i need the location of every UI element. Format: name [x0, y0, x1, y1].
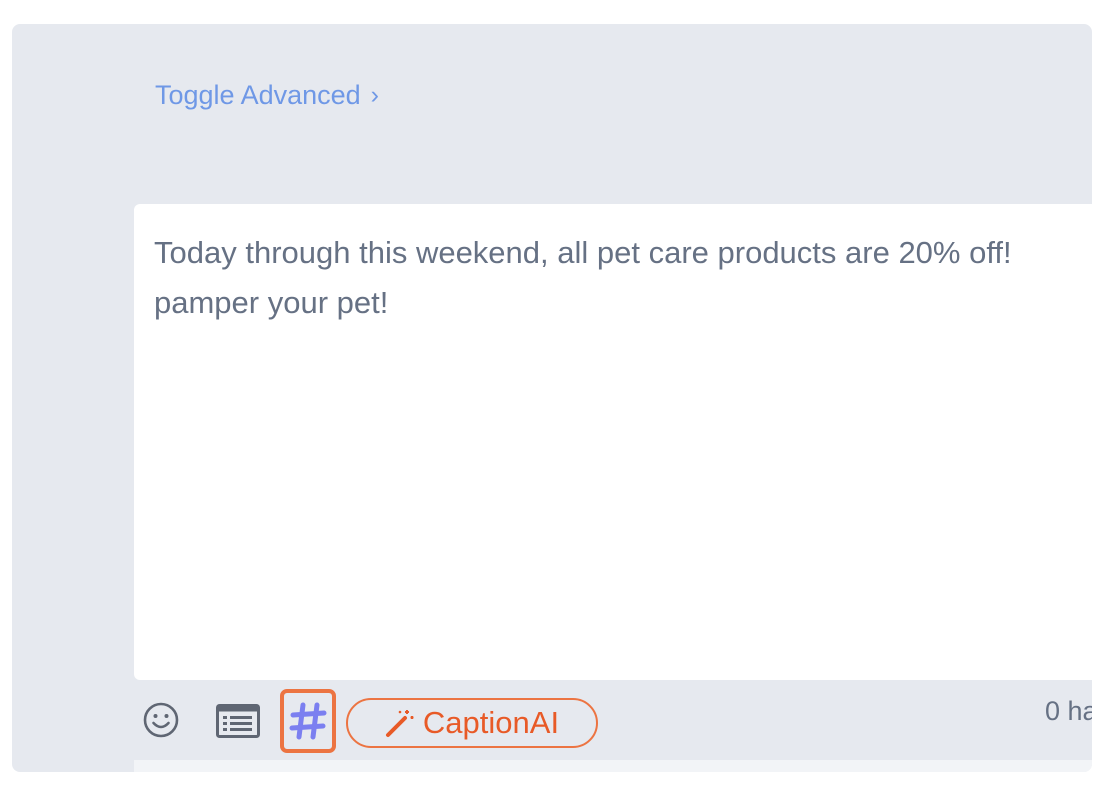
magic-wand-icon [385, 710, 414, 737]
caption-editor[interactable]: Today through this weekend, all pet care… [134, 204, 1092, 680]
chevron-right-icon: › [370, 81, 379, 109]
emoji-button[interactable] [142, 701, 180, 739]
caption-ai-button[interactable]: CaptionAI [346, 698, 598, 748]
hashtag-icon [289, 702, 327, 740]
toggle-advanced-label: Toggle Advanced [155, 80, 361, 110]
caption-ai-label: CaptionAI [422, 705, 560, 740]
emoji-icon [143, 702, 179, 738]
toggle-advanced-link[interactable]: Toggle Advanced › [155, 80, 379, 111]
composer-panel: Toggle Advanced › Today through this wee… [12, 24, 1092, 772]
hashtag-count: 0 ha [1045, 696, 1092, 726]
caption-text[interactable]: Today through this weekend, all pet care… [154, 228, 1092, 328]
editor-footer-divider [134, 760, 1092, 772]
template-list-icon [216, 704, 260, 738]
hashtag-button[interactable] [280, 689, 336, 753]
template-button[interactable] [216, 704, 260, 738]
